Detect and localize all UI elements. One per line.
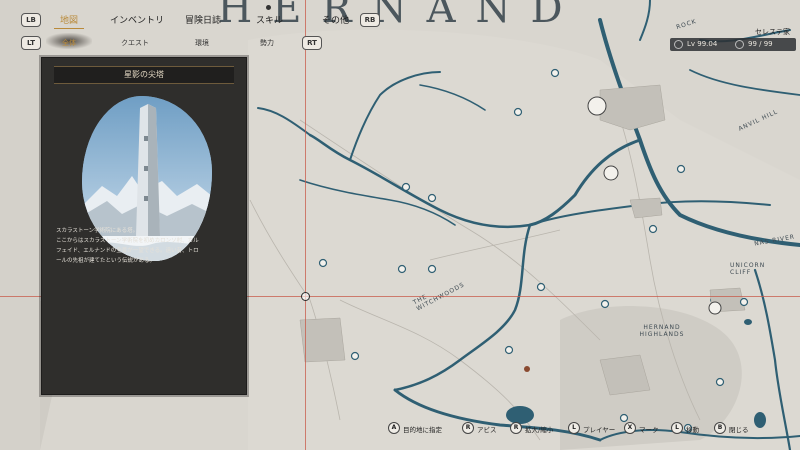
- x-button-icon: X: [624, 422, 636, 434]
- location-title: 星影の尖塔: [54, 66, 234, 84]
- sub-tab-environment[interactable]: 環境: [195, 38, 209, 48]
- active-tab-underline: [54, 28, 84, 29]
- house-name: セレステ家: [755, 28, 790, 36]
- map-cursor[interactable]: [301, 292, 310, 301]
- r-stick-icon: R: [510, 422, 522, 434]
- tab-skills[interactable]: スキル: [256, 13, 283, 26]
- hint-label: 目的地に指定: [403, 426, 442, 434]
- hp-value: 99 / 99: [748, 40, 773, 48]
- description-line: フェイド、エルナンドの全景が一望できる。遠い昔、トロ: [56, 248, 199, 254]
- hint-label: 拡大/縮小: [525, 426, 554, 434]
- status-row: Lv 99.04 99 / 99: [670, 38, 796, 51]
- description-line: スカラストーン学術院にある塔。: [56, 228, 139, 234]
- level-icon: [674, 40, 683, 49]
- tab-inventory[interactable]: インベントリ: [110, 13, 164, 26]
- hint-label: アビス: [477, 426, 497, 434]
- l-stick-icon: L: [568, 422, 580, 434]
- sub-tab-faction[interactable]: 勢力: [260, 38, 274, 48]
- b-button-icon: B: [714, 422, 726, 434]
- level-value: Lv 99.04: [687, 40, 718, 48]
- notification-dot-icon: [266, 5, 271, 10]
- a-button-icon: A: [388, 422, 400, 434]
- tab-journal[interactable]: 冒険日誌: [185, 13, 221, 26]
- lt-button[interactable]: LT: [21, 36, 41, 50]
- map-label-unicorn-cliff: UNICORN CLIFF: [730, 262, 766, 276]
- lb-button[interactable]: LB: [21, 13, 41, 27]
- sub-tab-all[interactable]: 全体: [62, 38, 76, 48]
- l-stick-move-icon: L: [671, 422, 683, 434]
- player-status: セレステ家 Lv 99.04 99 / 99: [670, 27, 796, 51]
- map-label-hernand-highlands: HERNAND HIGHLANDS: [639, 324, 685, 338]
- shield-icon: [735, 40, 744, 49]
- description-line: ールの先祖が建てたという伝説がある。: [56, 258, 156, 264]
- rb-button[interactable]: RB: [360, 13, 380, 27]
- hint-label: プレイヤー: [583, 426, 616, 434]
- hint-label: 移動: [686, 426, 699, 434]
- tab-map[interactable]: 地図: [60, 13, 78, 26]
- location-description: スカラストーン学術院にある塔。 ここからはスカラストーン学術院を初めカロンソ村、…: [56, 226, 240, 266]
- r-button-icon: R: [462, 422, 474, 434]
- crosshair-vertical: [305, 0, 306, 450]
- sub-tab-quest[interactable]: クエスト: [121, 38, 149, 48]
- rt-button[interactable]: RT: [302, 36, 322, 50]
- hint-label: マーク: [639, 426, 659, 434]
- hint-label: 閉じる: [729, 426, 749, 434]
- tab-other[interactable]: その他: [322, 13, 349, 26]
- description-line: ここからはスカラストーン学術院を初めカロンソ村、カル: [56, 238, 199, 244]
- location-info-panel: 星影の尖塔 スカラストーン学術院にある塔。 ここからはスカラストーン学術院を初め…: [41, 57, 247, 395]
